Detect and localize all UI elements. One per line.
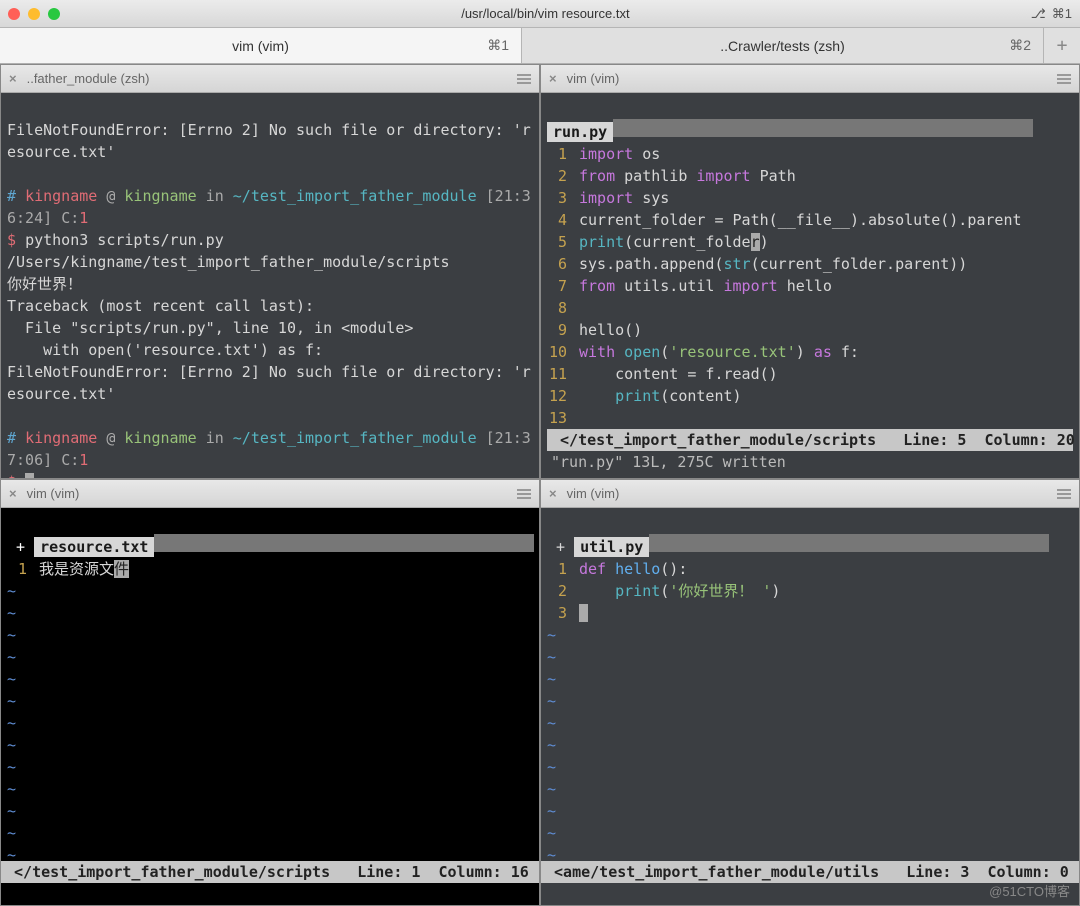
hamburger-icon[interactable] <box>1057 74 1071 84</box>
tab-2[interactable]: ..Crawler/tests (zsh) ⌘2 <box>522 28 1044 63</box>
editor-body[interactable]: run.py 1import os 2from pathlib import P… <box>541 93 1079 478</box>
minimize-icon[interactable] <box>28 8 40 20</box>
tab-bar: vim (vim) ⌘1 ..Crawler/tests (zsh) ⌘2 + <box>0 28 1080 64</box>
tab-shortcut: ⌘1 <box>487 37 509 54</box>
pane-title: vim (vim) <box>27 486 80 501</box>
close-icon[interactable] <box>8 8 20 20</box>
vim-statusline: <ame/test_import_father_module/utils Lin… <box>541 861 1079 883</box>
pane-header[interactable]: × vim (vim) <box>541 480 1079 508</box>
window-title: /usr/local/bin/vim resource.txt <box>60 6 1031 21</box>
cmd: python3 scripts/run.py <box>25 231 224 249</box>
tab-label: ..Crawler/tests (zsh) <box>720 38 844 54</box>
hamburger-icon[interactable] <box>1057 489 1071 499</box>
traffic-lights <box>8 8 60 20</box>
pane-header[interactable]: × ..father_module (zsh) <box>1 65 539 93</box>
pane-title: vim (vim) <box>567 486 620 501</box>
window-titlebar: /usr/local/bin/vim resource.txt ⎇⌘1 <box>0 0 1080 28</box>
editor-body[interactable]: + util.py 1def hello(): 2 print('你好世界！ '… <box>541 508 1079 905</box>
pane-title: vim (vim) <box>567 71 620 86</box>
pane-editor-utilpy: × vim (vim) + util.py 1def hello(): 2 pr… <box>540 479 1080 906</box>
pane-editor-resource: × vim (vim) + resource.txt 1我是资源文件 ~ ~ ~… <box>0 479 540 906</box>
pane-terminal: × ..father_module (zsh) FileNotFoundErro… <box>0 64 540 479</box>
pane-title: ..father_module (zsh) <box>27 71 150 86</box>
buffer-tab[interactable]: resource.txt <box>34 537 154 557</box>
pane-header[interactable]: × vim (vim) <box>1 480 539 508</box>
editor-body[interactable]: + resource.txt 1我是资源文件 ~ ~ ~ ~ ~ ~ ~ ~ ~… <box>1 508 539 905</box>
vim-message: "run.py" 13L, 275C written <box>547 451 1073 473</box>
tab-1[interactable]: vim (vim) ⌘1 <box>0 28 522 63</box>
new-tab-button[interactable]: + <box>1044 28 1080 63</box>
watermark: @51CTO博客 <box>989 881 1070 900</box>
close-pane-icon[interactable]: × <box>549 486 557 501</box>
tab-shortcut: ⌘2 <box>1009 37 1031 54</box>
close-pane-icon[interactable]: × <box>9 486 17 501</box>
hamburger-icon[interactable] <box>517 74 531 84</box>
buffer-tab[interactable]: run.py <box>547 122 613 142</box>
close-pane-icon[interactable]: × <box>549 71 557 86</box>
close-pane-icon[interactable]: × <box>9 71 17 86</box>
pane-editor-runpy: × vim (vim) run.py 1import os 2from path… <box>540 64 1080 479</box>
tab-label: vim (vim) <box>232 38 289 54</box>
pane-header[interactable]: × vim (vim) <box>541 65 1079 93</box>
vim-statusline: </test_import_father_module/scripts Line… <box>547 429 1073 451</box>
maximize-icon[interactable] <box>48 8 60 20</box>
buffer-tab[interactable]: util.py <box>574 537 649 557</box>
vim-statusline: </test_import_father_module/scripts Line… <box>1 861 539 883</box>
terminal-body[interactable]: FileNotFoundError: [Errno 2] No such fil… <box>1 93 539 478</box>
title-right: ⎇⌘1 <box>1031 6 1072 22</box>
hamburger-icon[interactable] <box>517 489 531 499</box>
